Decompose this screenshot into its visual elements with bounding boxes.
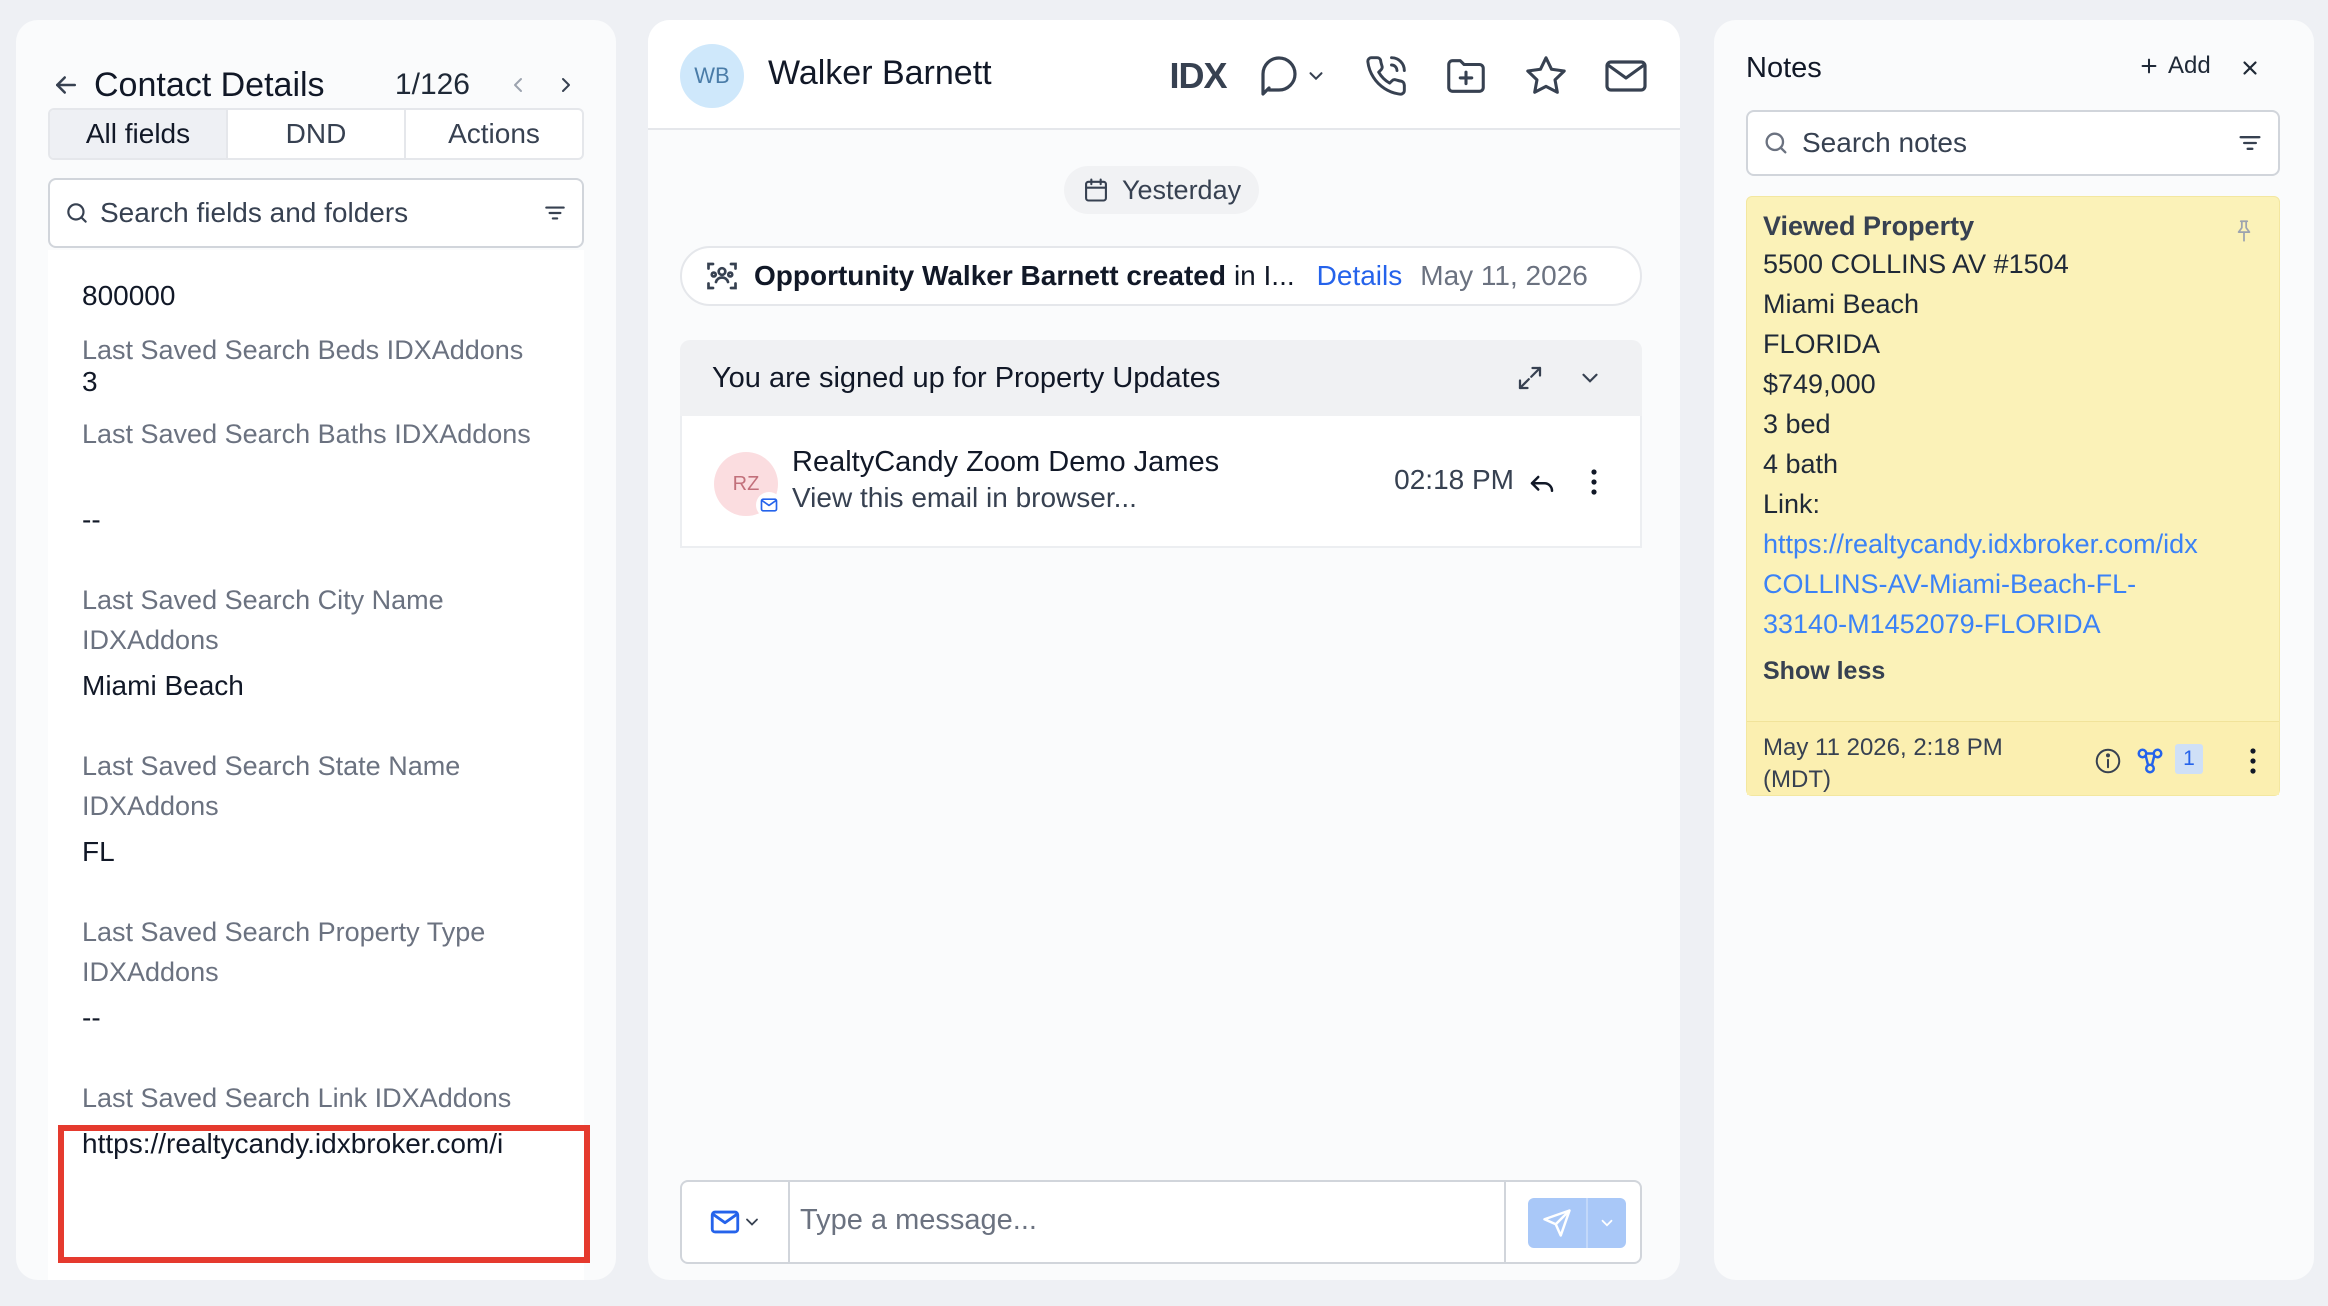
- field-value-city[interactable]: Miami Beach: [82, 670, 244, 702]
- field-value-baths[interactable]: --: [82, 504, 101, 536]
- note-line: 5500 COLLINS AV #1504: [1763, 249, 2069, 279]
- field-value-beds[interactable]: 3: [82, 366, 98, 398]
- chevron-down-icon: [746, 1218, 758, 1226]
- note-line: $749,000: [1763, 369, 1876, 399]
- next-record-icon[interactable]: [548, 67, 584, 103]
- message-input[interactable]: Type a message...: [800, 1204, 1037, 1237]
- note-footer: May 11 2026, 2:18 PM (MDT) 1: [1747, 721, 2279, 795]
- field-label-city: Last Saved Search City Name IDXAddons: [82, 585, 444, 655]
- note-timestamp: May 11 2026, 2:18 PM (MDT): [1763, 734, 2003, 793]
- note-line: Link:: [1763, 489, 1821, 519]
- record-counter: 1/126: [394, 68, 470, 101]
- filter-icon[interactable]: [542, 200, 568, 226]
- field-value-property-type[interactable]: --: [82, 1002, 101, 1034]
- note-line: 3 bed: [1763, 409, 1831, 439]
- note-line: FLORIDA: [1763, 329, 1881, 359]
- send-options-chevron-icon[interactable]: [1588, 1198, 1626, 1248]
- search-icon: [67, 203, 87, 223]
- idx-logo[interactable]: IDX: [1170, 50, 1228, 102]
- fields-search-input[interactable]: Search fields and folders: [48, 178, 584, 248]
- message-composer: Type a message...: [680, 1180, 1642, 1264]
- send-icon[interactable]: [1528, 1198, 1588, 1248]
- previous-record-icon[interactable]: [500, 67, 536, 103]
- more-options-icon[interactable]: [2243, 744, 2263, 778]
- collapse-chevron-icon[interactable]: [1570, 358, 1610, 398]
- email-channel-icon: [710, 1210, 740, 1234]
- notes-title: Notes: [1746, 52, 1822, 84]
- chat-dropdown-icon[interactable]: [1252, 50, 1332, 102]
- back-arrow-icon[interactable]: [48, 67, 84, 103]
- phone-icon[interactable]: [1360, 50, 1412, 102]
- show-less-link[interactable]: Show less: [1763, 657, 1885, 686]
- notes-panel: Notes Add Search notes Viewed Property 5…: [1714, 20, 2314, 1280]
- plus-icon: [2141, 58, 2157, 74]
- email-message[interactable]: RZ RealtyCandy Zoom Demo James View this…: [680, 416, 1642, 548]
- property-updates-title: You are signed up for Property Updates: [712, 361, 1221, 394]
- conversation-header: WB Walker Barnett IDX: [648, 20, 1680, 130]
- add-folder-icon[interactable]: [1440, 50, 1492, 102]
- notes-search-placeholder: Search notes: [1802, 127, 1967, 158]
- tab-actions[interactable]: Actions: [406, 110, 582, 158]
- contact-name: Walker Barnett: [768, 54, 992, 92]
- field-label-baths: Last Saved Search Baths IDXAddons: [82, 419, 531, 449]
- field-tabs: All fields DND Actions: [48, 108, 584, 160]
- property-updates-header[interactable]: You are signed up for Property Updates: [680, 340, 1642, 416]
- opportunity-icon: [707, 262, 737, 290]
- email-badge-icon: [756, 492, 782, 518]
- tab-dnd[interactable]: DND: [228, 110, 406, 158]
- contact-details-header: Contact Details 1/126: [48, 62, 584, 108]
- more-options-icon[interactable]: [1582, 464, 1606, 500]
- email-snippet: View this email in browser...: [792, 482, 1137, 513]
- contact-details-panel: Contact Details 1/126 All fields DND Act…: [16, 20, 616, 1280]
- date-separator: Yesterday: [1064, 166, 1260, 214]
- opportunity-activity: Opportunity Walker Barnett created in I.…: [680, 246, 1642, 306]
- email-icon[interactable]: [1600, 50, 1652, 102]
- panel-title: Contact Details: [94, 65, 325, 104]
- tab-all-fields[interactable]: All fields: [50, 110, 228, 158]
- note-link[interactable]: COLLINS-AV-Miami-Beach-FL-: [1763, 569, 2203, 600]
- related-records-icon[interactable]: [2133, 744, 2167, 778]
- fields-search-placeholder: Search fields and folders: [100, 197, 409, 228]
- add-note-label: Add: [2168, 52, 2211, 79]
- field-label-property-type: Last Saved Search Property Type IDXAddon…: [82, 917, 486, 987]
- star-icon[interactable]: [1520, 50, 1572, 102]
- pin-icon[interactable]: [2229, 213, 2259, 249]
- date-separator-label: Yesterday: [1122, 174, 1242, 205]
- reply-icon[interactable]: [1524, 464, 1560, 500]
- info-icon[interactable]: [2091, 744, 2125, 778]
- email-time: 02:18 PM: [1394, 464, 1514, 495]
- field-label-search-link: Last Saved Search Link IDXAddons: [82, 1083, 512, 1113]
- opportunity-details-link[interactable]: Details: [1317, 260, 1403, 292]
- field-value-budget[interactable]: 800000: [82, 280, 175, 312]
- opportunity-text: Opportunity Walker Barnett created: [754, 260, 1226, 291]
- search-icon: [1765, 132, 1787, 154]
- close-icon[interactable]: [2234, 52, 2266, 84]
- header-actions: IDX: [1144, 50, 1652, 102]
- send-button[interactable]: [1528, 1198, 1626, 1248]
- note-line: Miami Beach: [1763, 289, 1920, 319]
- notes-search-input[interactable]: Search notes: [1746, 110, 2280, 176]
- note-link[interactable]: 33140-M1452079-FLORIDA: [1763, 609, 2203, 640]
- opportunity-pipeline: in I...: [1233, 260, 1295, 291]
- field-value-state[interactable]: FL: [82, 836, 115, 868]
- note-card[interactable]: Viewed Property 5500 COLLINS AV #1504 Mi…: [1746, 196, 2280, 796]
- expand-icon[interactable]: [1510, 358, 1550, 398]
- note-link[interactable]: https://realtycandy.idxbroker.com/idx: [1763, 529, 2203, 560]
- filter-icon[interactable]: [2236, 129, 2264, 157]
- composer-divider: [1504, 1182, 1506, 1262]
- related-count-badge: 1: [2175, 744, 2203, 774]
- note-title: Viewed Property: [1763, 211, 1975, 241]
- field-label-state: Last Saved Search State Name IDXAddons: [82, 751, 461, 821]
- highlight-box: [58, 1125, 590, 1263]
- channel-selector[interactable]: [682, 1182, 790, 1262]
- add-note-button[interactable]: Add: [2138, 52, 2211, 80]
- field-label-beds: Last Saved Search Beds IDXAddons: [82, 335, 524, 365]
- conversation-panel: WB Walker Barnett IDX Yesterday Opportun…: [648, 20, 1680, 1280]
- avatar: WB: [680, 44, 744, 108]
- note-line: 4 bath: [1763, 449, 1839, 479]
- email-sender: RealtyCandy Zoom Demo James: [792, 446, 1220, 478]
- calendar-icon: [1085, 178, 1107, 202]
- opportunity-date: May 11, 2026: [1420, 260, 1588, 291]
